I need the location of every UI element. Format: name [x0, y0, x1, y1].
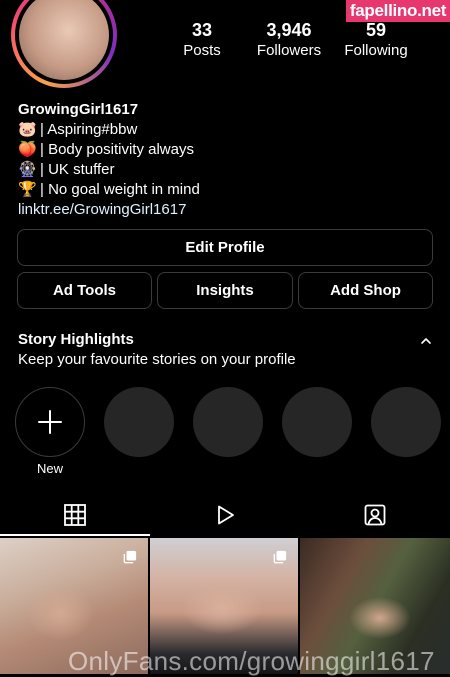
- plus-icon: [38, 410, 62, 434]
- pig-icon: 🐷: [18, 121, 37, 138]
- bio-line: 🍑 | Body positivity always: [18, 140, 200, 160]
- profile-username: GrowingGirl1617: [18, 101, 139, 118]
- bio-line: 🎡 | UK stuffer: [18, 160, 200, 180]
- story-highlights-subtitle: Keep your favourite stories on your prof…: [18, 351, 296, 368]
- edit-profile-button[interactable]: Edit Profile: [17, 229, 433, 266]
- new-highlight-label: New: [36, 461, 63, 476]
- followers-count: 3,946: [266, 20, 312, 40]
- highlight-placeholder: [282, 387, 352, 457]
- highlight-placeholder: [193, 387, 263, 457]
- bio-text: | Body positivity always: [40, 141, 194, 158]
- profile-bio: GrowingGirl1617 🐷 | Aspiring#bbw 🍑 | Body …: [18, 100, 200, 220]
- add-shop-button[interactable]: Add Shop: [298, 272, 433, 309]
- ferris-wheel-icon: 🎡: [18, 161, 37, 178]
- following-stat[interactable]: 59 Following: [326, 20, 426, 60]
- bio-text: | No goal weight in mind: [40, 181, 200, 198]
- chevron-up-icon[interactable]: [419, 336, 433, 346]
- reels-icon[interactable]: [213, 503, 237, 527]
- bio-line: 🐷 | Aspiring#bbw: [18, 120, 200, 140]
- multiple-posts-icon: [123, 550, 137, 564]
- bio-text: | Aspiring#bbw: [40, 121, 138, 138]
- bio-link[interactable]: linktr.ee/GrowingGirl1617: [18, 200, 200, 220]
- new-highlight-button[interactable]: [15, 387, 85, 457]
- multiple-posts-icon: [273, 550, 287, 564]
- footer-watermark: OnlyFans.com/growinggirl1617: [68, 646, 435, 676]
- followers-label: Followers: [256, 42, 322, 59]
- highlight-placeholder: [104, 387, 174, 457]
- trophy-icon: 🏆: [18, 181, 37, 198]
- posts-label: Posts: [183, 42, 221, 59]
- profile-avatar[interactable]: [11, 0, 117, 88]
- story-highlights-title: Story Highlights: [18, 331, 134, 348]
- followers-stat[interactable]: 3,946 Followers: [239, 20, 339, 60]
- insights-button[interactable]: Insights: [157, 272, 293, 309]
- following-label: Following: [344, 42, 408, 59]
- bio-text: | UK stuffer: [40, 161, 115, 178]
- tagged-icon[interactable]: [363, 503, 387, 527]
- highlight-placeholder: [371, 387, 441, 457]
- bio-line: 🏆 | No goal weight in mind: [18, 180, 200, 200]
- grid-icon[interactable]: [63, 503, 87, 527]
- following-count: 59: [365, 20, 387, 40]
- peach-icon: 🍑: [18, 141, 37, 158]
- posts-count: 33: [191, 20, 213, 40]
- active-tab-indicator: [0, 534, 150, 536]
- site-watermark-badge: fapellino.net: [346, 0, 450, 22]
- ad-tools-button[interactable]: Ad Tools: [17, 272, 152, 309]
- avatar-image: [19, 0, 109, 80]
- posts-stat[interactable]: 33 Posts: [152, 20, 252, 60]
